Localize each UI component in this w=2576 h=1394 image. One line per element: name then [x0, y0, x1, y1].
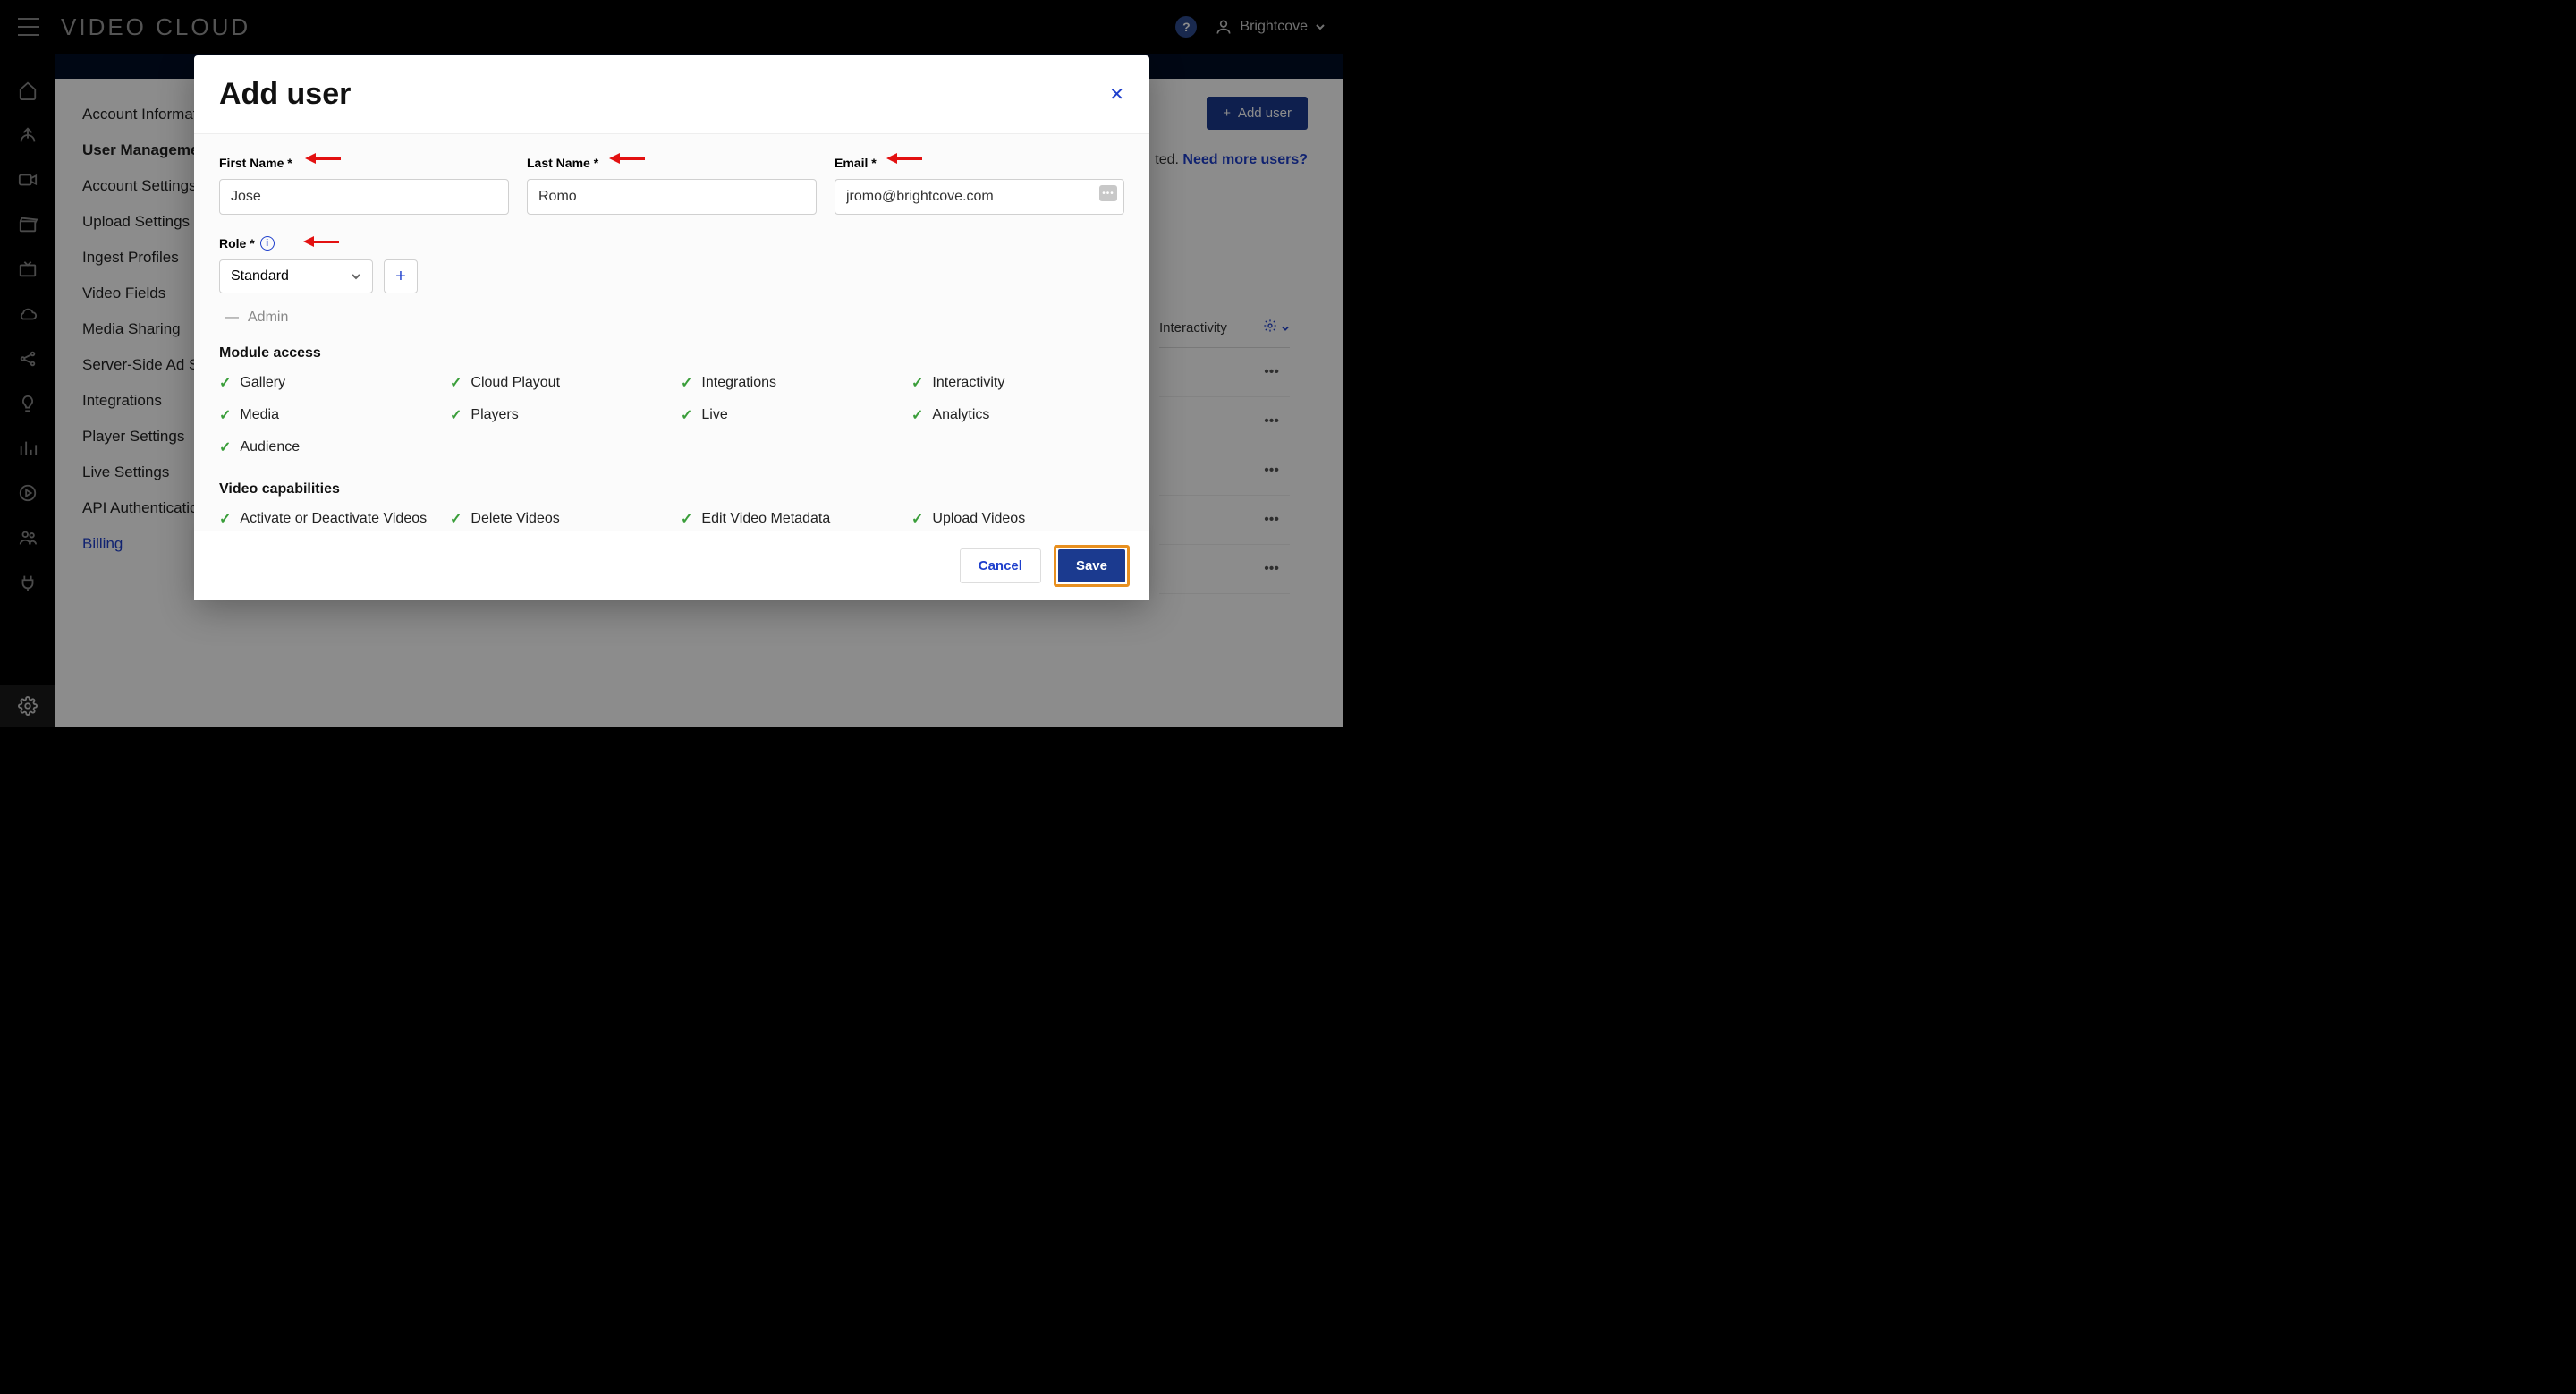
module-item: ✓Analytics: [911, 406, 1124, 424]
annotation-arrow: [305, 155, 341, 164]
check-icon: ✓: [219, 438, 231, 456]
module-item: ✓Gallery: [219, 374, 432, 392]
check-icon: ✓: [450, 510, 462, 528]
video-caps-grid: ✓Activate or Deactivate Videos ✓Delete V…: [219, 510, 1124, 528]
module-item: ✓Interactivity: [911, 374, 1124, 392]
chevron-down-icon: [351, 271, 361, 282]
add-role-button[interactable]: +: [384, 259, 418, 293]
cap-item: ✓Delete Videos: [450, 510, 663, 528]
modal-title: Add user: [219, 77, 351, 112]
check-icon: ✓: [681, 374, 692, 392]
autofill-icon: •••: [1099, 185, 1117, 201]
check-icon: ✓: [911, 510, 923, 528]
module-item: ✓Audience: [219, 438, 432, 456]
check-icon: ✓: [450, 374, 462, 392]
dash-icon: —: [225, 310, 239, 326]
admin-label: Admin: [248, 310, 288, 326]
module-item: ✓Integrations: [681, 374, 894, 392]
cap-item: ✓Edit Video Metadata: [681, 510, 894, 528]
cap-item: ✓Activate or Deactivate Videos: [219, 510, 432, 528]
check-icon: ✓: [911, 406, 923, 424]
video-caps-heading: Video capabilities: [219, 481, 1124, 497]
annotation-arrow: [303, 238, 339, 247]
module-grid: ✓Gallery ✓Cloud Playout ✓Integrations ✓I…: [219, 374, 1124, 456]
check-icon: ✓: [681, 510, 692, 528]
add-user-modal: Add user ✕ First Name * Last Name * Emai…: [194, 55, 1149, 600]
check-icon: ✓: [450, 406, 462, 424]
first-name-label: First Name *: [219, 156, 509, 170]
close-icon[interactable]: ✕: [1109, 83, 1124, 106]
email-input[interactable]: [835, 179, 1124, 215]
role-value: Standard: [231, 268, 289, 285]
role-select[interactable]: Standard: [219, 259, 373, 293]
module-item: ✓Players: [450, 406, 663, 424]
check-icon: ✓: [219, 510, 231, 528]
check-icon: ✓: [911, 374, 923, 392]
admin-row: — Admin: [219, 310, 1124, 326]
save-highlight: Save: [1054, 545, 1130, 587]
module-item: ✓Live: [681, 406, 894, 424]
first-name-input[interactable]: [219, 179, 509, 215]
info-icon[interactable]: i: [260, 236, 275, 251]
email-label: Email *: [835, 156, 1124, 170]
last-name-label: Last Name *: [527, 156, 817, 170]
cancel-button[interactable]: Cancel: [960, 548, 1041, 583]
module-item: ✓Cloud Playout: [450, 374, 663, 392]
role-label: Role * i: [219, 236, 1124, 251]
save-button[interactable]: Save: [1058, 549, 1125, 582]
module-item: ✓Media: [219, 406, 432, 424]
module-access-heading: Module access: [219, 345, 1124, 361]
annotation-arrow: [609, 155, 645, 164]
check-icon: ✓: [219, 374, 231, 392]
check-icon: ✓: [219, 406, 231, 424]
check-icon: ✓: [681, 406, 692, 424]
last-name-input[interactable]: [527, 179, 817, 215]
annotation-arrow: [886, 155, 922, 164]
cap-item: ✓Upload Videos: [911, 510, 1124, 528]
